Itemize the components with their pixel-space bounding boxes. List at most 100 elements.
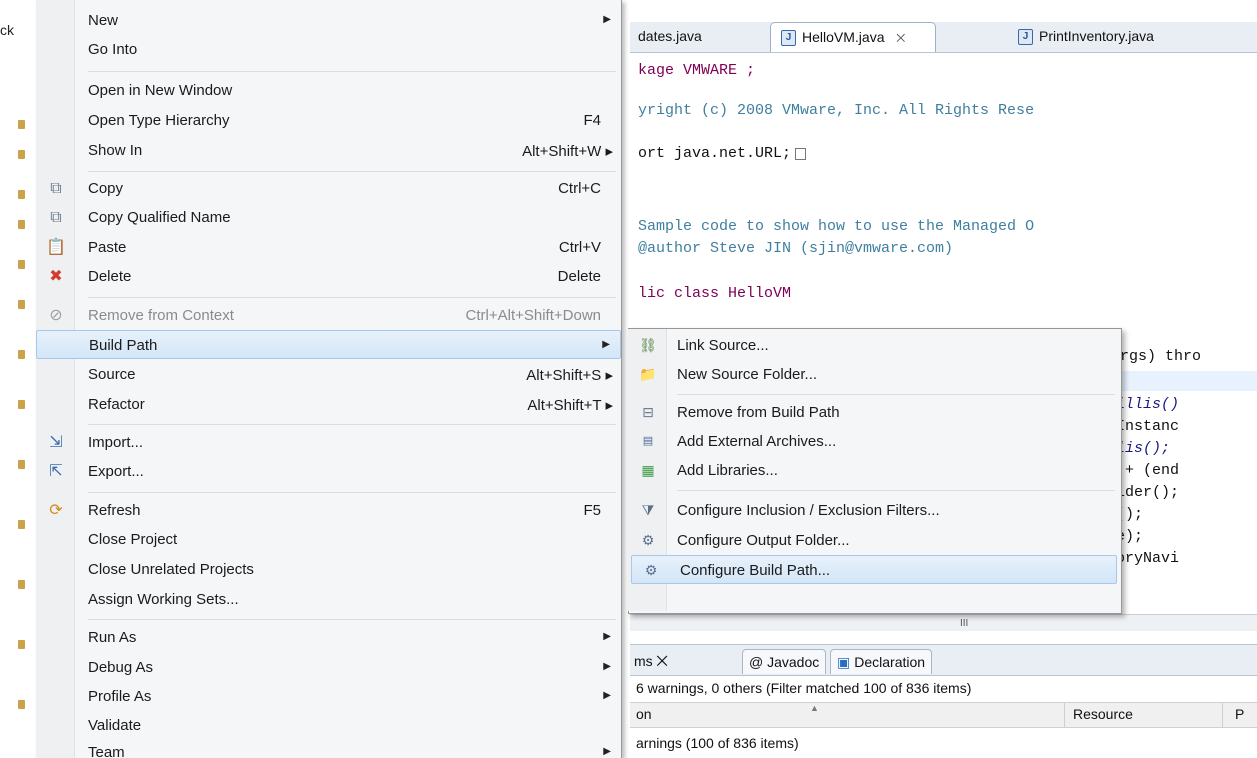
menu-item-refresh[interactable]: ⟳ Refresh F5 <box>36 496 621 525</box>
menu-item-debug-as[interactable]: Debug As ▶ <box>36 653 621 682</box>
tree-item-icon[interactable] <box>18 150 25 159</box>
column-header-path[interactable]: P <box>1235 706 1244 722</box>
tree-item-icon[interactable] <box>18 640 25 649</box>
code-line[interactable]: kage VMWARE ; <box>638 62 755 79</box>
remove-build-path-icon: ⊟ <box>642 404 654 420</box>
menu-item-go-into[interactable]: Go Into <box>36 35 621 64</box>
code-line[interactable]: lic class HelloVM <box>638 285 791 302</box>
editor-horizontal-scrollbar[interactable]: III <box>630 614 1257 631</box>
menu-item-delete[interactable]: ✖ Delete Delete <box>36 262 621 291</box>
scrollbar-thumb-grip[interactable]: III <box>960 618 968 629</box>
build-path-icon: ⚙ <box>644 562 658 578</box>
menu-item-close-unrelated-projects[interactable]: Close Unrelated Projects <box>36 555 621 584</box>
menu-separator <box>88 71 616 72</box>
code-line[interactable]: ort java.net.URL; <box>638 145 791 162</box>
link-source-icon: ⛓ <box>639 337 657 353</box>
new-source-folder-icon: 📁 <box>639 366 657 382</box>
problems-panel-tabs: ms ⨉ @ Javadoc ▣ Declaration <box>630 644 1257 676</box>
menu-shortcut: Alt+Shift+W ▸ <box>522 143 613 160</box>
submenu-item-remove-from-build-path[interactable]: ⊟ Remove from Build Path <box>629 398 1119 427</box>
tab-printinventory-java[interactable]: J PrintInventory.java <box>1018 22 1154 51</box>
problems-table-header: on ▲ Resource P <box>630 702 1257 728</box>
declaration-icon: ▣ <box>837 654 851 670</box>
submenu-arrow-icon: ▶ <box>603 631 611 642</box>
tree-item-icon[interactable] <box>18 260 25 269</box>
menu-item-refactor[interactable]: Refactor Alt+Shift+T ▸ <box>36 390 621 419</box>
submenu-arrow-icon: ▶ <box>603 690 611 701</box>
menu-item-build-path[interactable]: Build Path ▶ <box>36 330 621 359</box>
menu-separator <box>88 297 616 298</box>
menu-item-export[interactable]: ⇱ Export... <box>36 457 621 486</box>
menu-item-open-in-new-window[interactable]: Open in New Window <box>36 76 621 105</box>
menu-shortcut: Ctrl+V <box>558 239 601 256</box>
tree-item-icon[interactable] <box>18 700 25 709</box>
tree-item-icon[interactable] <box>18 460 25 469</box>
code-line[interactable]: rgs) thro <box>1120 348 1201 365</box>
tab-declaration[interactable]: ▣ Declaration <box>830 649 933 674</box>
menu-separator <box>88 619 616 620</box>
menu-item-source[interactable]: Source Alt+Shift+S ▸ <box>36 360 621 389</box>
menu-separator <box>88 171 616 172</box>
tab-dates-java[interactable]: dates.java <box>638 22 702 51</box>
code-line[interactable]: yright (c) 2008 VMware, Inc. All Rights … <box>638 102 1034 119</box>
submenu-arrow-icon: ▶ <box>603 14 611 25</box>
menu-item-show-in[interactable]: Show In Alt+Shift+W ▸ <box>36 136 621 165</box>
menu-separator <box>88 492 616 493</box>
tree-item-icon[interactable] <box>18 220 25 229</box>
export-icon: ⇱ <box>49 463 63 480</box>
tree-item-icon[interactable] <box>18 520 25 529</box>
submenu-item-link-source[interactable]: ⛓ Link Source... <box>629 331 1119 360</box>
menu-shortcut: F4 <box>583 112 601 129</box>
submenu-item-new-source-folder[interactable]: 📁 New Source Folder... <box>629 360 1119 389</box>
library-icon: ▦ <box>641 462 655 478</box>
menu-item-new[interactable]: New ▶ <box>36 6 621 35</box>
submenu-item-configure-inclusion-exclusion-filters[interactable]: ⧩ Configure Inclusion / Exclusion Filters… <box>629 496 1119 525</box>
menu-item-copy-qualified-name[interactable]: ⧉ Copy Qualified Name <box>36 203 621 232</box>
paste-icon: 📋 <box>46 239 66 256</box>
tree-item-icon[interactable] <box>18 120 25 129</box>
column-divider[interactable] <box>1064 703 1065 727</box>
menu-item-run-as[interactable]: Run As ▶ <box>36 623 621 652</box>
column-divider[interactable] <box>1222 703 1223 727</box>
column-header-description[interactable]: on <box>636 706 652 722</box>
tree-item-icon[interactable] <box>18 300 25 309</box>
tree-item-icon[interactable] <box>18 190 25 199</box>
menu-separator <box>677 394 1115 395</box>
sort-indicator-icon: ▲ <box>810 703 819 713</box>
menu-item-copy[interactable]: ⧉ Copy Ctrl+C <box>36 174 621 203</box>
menu-item-open-type-hierarchy[interactable]: Open Type Hierarchy F4 <box>36 106 621 135</box>
tab-hellovm-java[interactable]: J HelloVM.java ⨉ <box>770 22 937 52</box>
menu-item-remove-from-context[interactable]: ⊘ Remove from Context Ctrl+Alt+Shift+Down <box>36 301 621 330</box>
submenu-item-configure-build-path[interactable]: ⚙ Configure Build Path... <box>631 555 1117 584</box>
menu-item-import[interactable]: ⇲ Import... <box>36 428 621 457</box>
tree-item-icon[interactable] <box>18 580 25 589</box>
close-icon[interactable]: ⨉ <box>896 33 905 45</box>
editor-tab-bar: dates.java J HelloVM.java ⨉ J PrintInvento… <box>630 22 1257 53</box>
tab-problems[interactable]: ms ⨉ <box>634 649 668 673</box>
menu-item-assign-working-sets[interactable]: Assign Working Sets... <box>36 585 621 614</box>
menu-item-close-project[interactable]: Close Project <box>36 525 621 554</box>
menu-separator <box>677 490 1115 491</box>
tree-item-icon[interactable] <box>18 350 25 359</box>
column-header-resource[interactable]: Resource <box>1073 706 1133 722</box>
menu-separator <box>88 424 616 425</box>
java-file-icon: J <box>781 30 796 47</box>
menu-item-profile-as[interactable]: Profile As ▶ <box>36 682 621 711</box>
menu-shortcut: Ctrl+C <box>558 180 601 197</box>
code-line[interactable]: @author Steve JIN (sjin@vmware.com) <box>638 240 953 257</box>
folded-code-marker[interactable] <box>795 148 806 160</box>
code-line[interactable]: Sample code to show how to use the Manag… <box>638 218 1034 235</box>
tab-javadoc[interactable]: @ Javadoc <box>742 649 827 674</box>
submenu-item-add-external-archives[interactable]: ▤ Add External Archives... <box>629 427 1119 456</box>
table-row[interactable]: arnings (100 of 836 items) <box>636 735 799 751</box>
submenu-arrow-icon: ▶ <box>603 746 611 757</box>
menu-item-team[interactable]: Team ▶ <box>36 738 621 758</box>
tree-item-icon[interactable] <box>18 400 25 409</box>
menu-item-validate[interactable]: Validate <box>36 711 621 740</box>
refresh-icon: ⟳ <box>49 502 63 519</box>
menu-item-paste[interactable]: 📋 Paste Ctrl+V <box>36 233 621 262</box>
submenu-item-add-libraries[interactable]: ▦ Add Libraries... <box>629 456 1119 485</box>
archive-icon: ▤ <box>642 435 654 447</box>
submenu-arrow-icon: ▶ <box>602 339 610 350</box>
submenu-item-configure-output-folder[interactable]: ⚙ Configure Output Folder... <box>629 526 1119 555</box>
